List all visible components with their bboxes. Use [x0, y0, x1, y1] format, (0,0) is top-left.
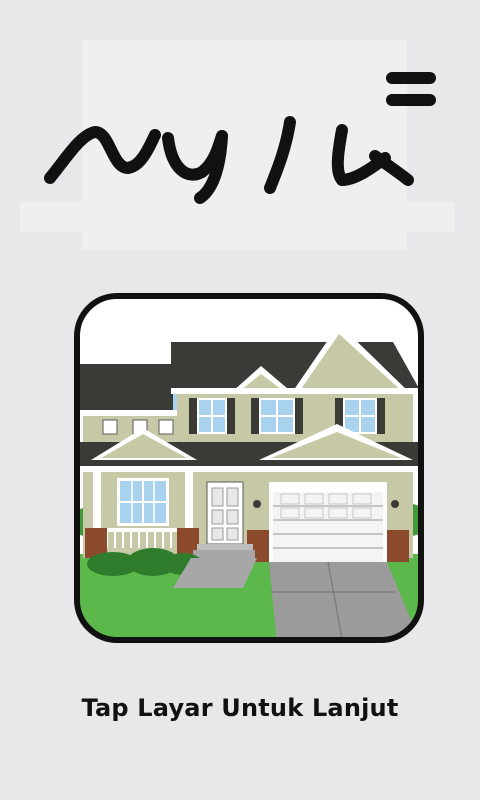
handwritten-logo-icon: [20, 40, 455, 250]
tap-to-continue-label[interactable]: Tap Layar Untuk Lanjut: [0, 694, 480, 722]
house-icon[interactable]: [73, 292, 425, 644]
